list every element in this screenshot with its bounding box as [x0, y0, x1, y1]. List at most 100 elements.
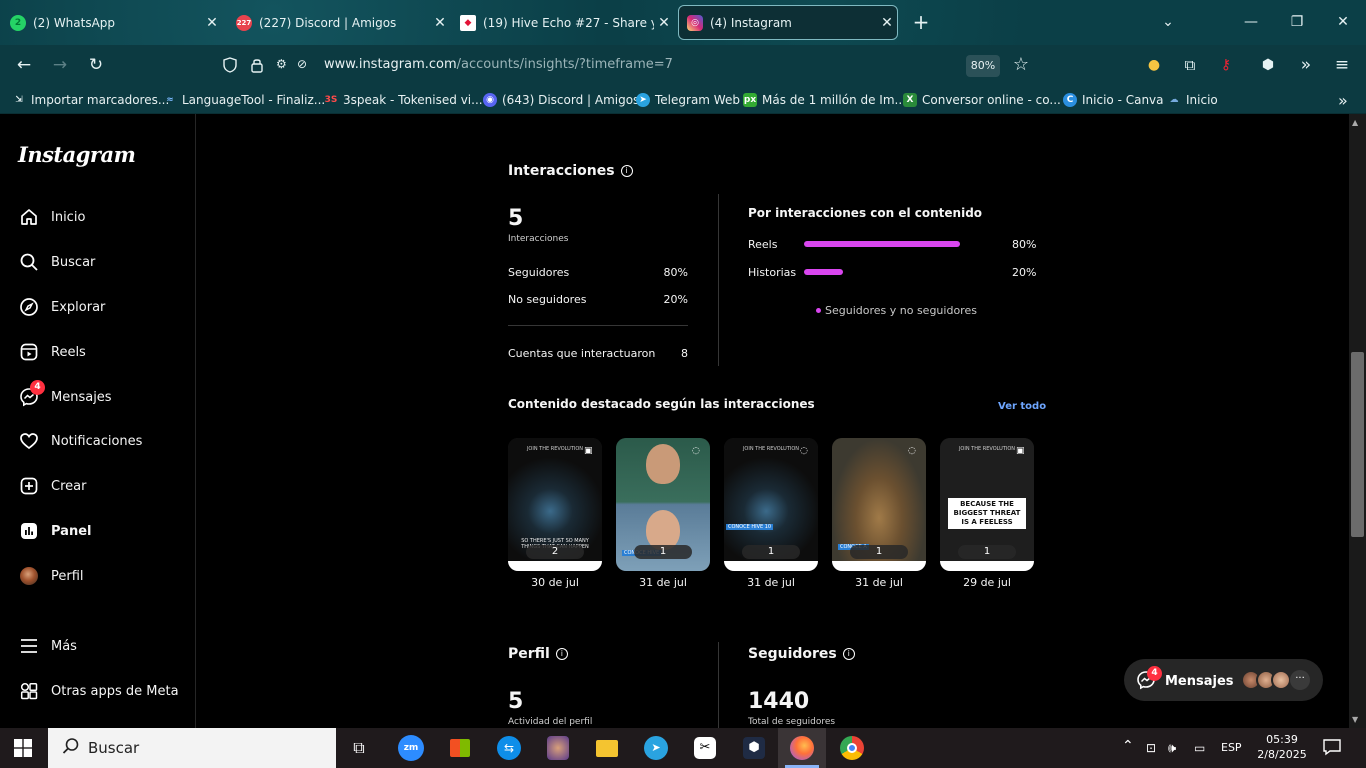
- close-icon[interactable]: ✕: [430, 15, 450, 31]
- instagram-logo[interactable]: Instagram: [18, 142, 136, 167]
- taskbar-search[interactable]: Buscar: [48, 728, 336, 768]
- clock[interactable]: 05:39 2/8/2025: [1256, 732, 1308, 762]
- info-icon[interactable]: i: [555, 648, 568, 660]
- shield-icon[interactable]: [221, 56, 239, 74]
- see-all-link[interactable]: Ver todo: [998, 401, 1046, 412]
- sidebar-item-perfil[interactable]: Perfil: [18, 564, 84, 588]
- hive-keychain-icon[interactable]: ⬢: [1256, 53, 1280, 77]
- scroll-down-icon[interactable]: ▼: [1352, 715, 1358, 724]
- interaction-count: 1: [634, 545, 692, 559]
- forward-icon[interactable]: →: [48, 53, 72, 77]
- bookmark-converter[interactable]: X Conversor online - co...: [903, 91, 1061, 109]
- more-icon[interactable]: ···: [1290, 670, 1310, 690]
- messenger-icon: 4: [18, 380, 45, 408]
- bookmark-discord[interactable]: ◉ (643) Discord | Amigos: [483, 91, 639, 109]
- tab-instagram[interactable]: ◎ (4) Instagram ✕: [678, 5, 898, 40]
- bookmark-pixabay[interactable]: px Más de 1 millón de Im...: [743, 91, 906, 109]
- file-explorer-icon[interactable]: [592, 734, 622, 762]
- interactions-total-label: Interacciones: [508, 234, 569, 244]
- tab-whatsapp[interactable]: 2 (2) WhatsApp ✕: [2, 5, 222, 40]
- whatsapp-icon: 2: [10, 14, 26, 31]
- featured-post[interactable]: ◌ CONOCE A 1: [832, 438, 926, 571]
- bookmark-label: Telegram Web: [655, 93, 740, 107]
- tracking-icon[interactable]: ⊘: [297, 57, 315, 73]
- close-icon[interactable]: ✕: [654, 15, 674, 31]
- post-footer: [940, 561, 1034, 571]
- sidebar-item-crear[interactable]: Crear: [18, 474, 86, 498]
- bookmark-3speak[interactable]: 3S 3speak - Tokenised vi...: [324, 91, 483, 109]
- sidebar-item-explorar[interactable]: Explorar: [18, 295, 105, 319]
- stories-label: Historias: [748, 266, 797, 279]
- avatar-app-icon[interactable]: [543, 734, 573, 762]
- notification-center-icon[interactable]: [1322, 738, 1344, 758]
- info-icon[interactable]: i: [620, 165, 633, 177]
- telegram-icon[interactable]: ➤: [641, 734, 671, 762]
- capcut-icon[interactable]: ✂: [690, 734, 720, 762]
- network-icon[interactable]: ▭: [1194, 741, 1205, 755]
- back-icon[interactable]: ←: [12, 53, 36, 77]
- teamviewer-icon[interactable]: ⇆: [494, 734, 524, 762]
- chevron-up-icon[interactable]: ⌃: [1122, 738, 1134, 754]
- post-footer: [832, 561, 926, 571]
- tab-hive[interactable]: ◆ (19) Hive Echo #27 - Share your ✕: [452, 5, 674, 40]
- lock-icon[interactable]: [249, 56, 265, 74]
- menu-icon[interactable]: ≡: [1330, 53, 1354, 77]
- sidebar-item-meta-apps[interactable]: Otras apps de Meta: [18, 679, 179, 703]
- minimize-button[interactable]: —: [1228, 8, 1274, 36]
- followers-total-label: Total de seguidores: [748, 717, 836, 727]
- windows-start-icon[interactable]: [14, 739, 32, 757]
- scroll-up-icon[interactable]: ▲: [1352, 118, 1358, 127]
- scrollbar-thumb[interactable]: [1351, 352, 1364, 537]
- converter-icon: X: [903, 93, 917, 107]
- puzzle-icon[interactable]: ⧉: [1178, 53, 1202, 77]
- hive-keychain-app-icon[interactable]: ⬢: [739, 734, 769, 762]
- followers-value: 1440: [748, 689, 810, 714]
- featured-post[interactable]: JOIN THE REVOLUTION ▣ SO THERE'S JUST SO…: [508, 438, 602, 571]
- reels-bar-track: [804, 241, 994, 247]
- tab-discord[interactable]: 227 (227) Discord | Amigos ✕: [228, 5, 450, 40]
- zoom-indicator[interactable]: 80%: [966, 55, 1000, 77]
- bookmark-languagetool[interactable]: ≈ LanguageTool - Finaliz...: [163, 91, 325, 109]
- bookmark-telegram[interactable]: ➤ Telegram Web: [636, 91, 740, 109]
- sidebar-item-reels[interactable]: Reels: [18, 340, 86, 364]
- close-window-button[interactable]: ✕: [1320, 8, 1366, 36]
- overflow-icon[interactable]: »: [1294, 53, 1318, 77]
- url-text[interactable]: www.instagram.com/accounts/insights/?tim…: [324, 57, 673, 72]
- restore-button[interactable]: ❐: [1274, 8, 1320, 36]
- sidebar-item-mas[interactable]: Más: [18, 634, 77, 658]
- bookmark-import[interactable]: ⇲ Importar marcadores...: [12, 91, 169, 109]
- bookmarks-overflow-icon[interactable]: »: [1338, 91, 1348, 110]
- key-icon[interactable]: ⚷: [1214, 53, 1238, 77]
- sidebar-item-panel[interactable]: Panel: [18, 519, 91, 543]
- camera-icon[interactable]: ⊡: [1146, 741, 1156, 755]
- sidebar-item-label: Inicio: [51, 209, 86, 225]
- close-icon[interactable]: ✕: [877, 15, 897, 31]
- firefox-icon[interactable]: [787, 734, 817, 762]
- profile-value: 5: [508, 689, 524, 714]
- chrome-icon[interactable]: [837, 734, 867, 762]
- reload-icon[interactable]: ↻: [84, 53, 108, 77]
- sidebar-item-buscar[interactable]: Buscar: [18, 250, 95, 274]
- volume-icon[interactable]: 🕪: [1168, 741, 1176, 756]
- sidebar-item-inicio[interactable]: Inicio: [18, 205, 85, 229]
- bookmark-canva[interactable]: C Inicio - Canva: [1063, 91, 1164, 109]
- featured-post[interactable]: JOIN THE REVOLUTION ◌ CONOCE HIVE 10 1: [724, 438, 818, 571]
- chevron-down-icon[interactable]: ⌄: [1145, 8, 1191, 36]
- bookmark-inicio[interactable]: ☁ Inicio: [1167, 91, 1218, 109]
- star-icon[interactable]: ☆: [1009, 53, 1033, 77]
- new-tab-button[interactable]: +: [910, 10, 932, 34]
- sidebar-item-notificaciones[interactable]: Notificaciones: [18, 429, 142, 453]
- featured-post[interactable]: JOIN THE REVOLUTION ▣ BECAUSE THE BIGGES…: [940, 438, 1034, 571]
- close-icon[interactable]: ✕: [202, 15, 222, 31]
- permissions-icon[interactable]: ⚙: [276, 57, 294, 73]
- sidebar-item-mensajes[interactable]: 4 Mensajes: [18, 380, 112, 409]
- language-indicator[interactable]: ESP: [1221, 741, 1242, 754]
- store-icon[interactable]: [445, 734, 475, 762]
- info-icon[interactable]: i: [842, 648, 855, 660]
- hive-icon: ◆: [460, 14, 476, 31]
- task-view-icon[interactable]: ⧉: [344, 734, 374, 762]
- featured-post[interactable]: ◌ CONOCE HIVE 1: [616, 438, 710, 571]
- zoom-app-icon[interactable]: zm: [396, 734, 426, 762]
- extension-icon[interactable]: ●: [1142, 53, 1166, 77]
- post-date: 31 de jul: [747, 576, 795, 589]
